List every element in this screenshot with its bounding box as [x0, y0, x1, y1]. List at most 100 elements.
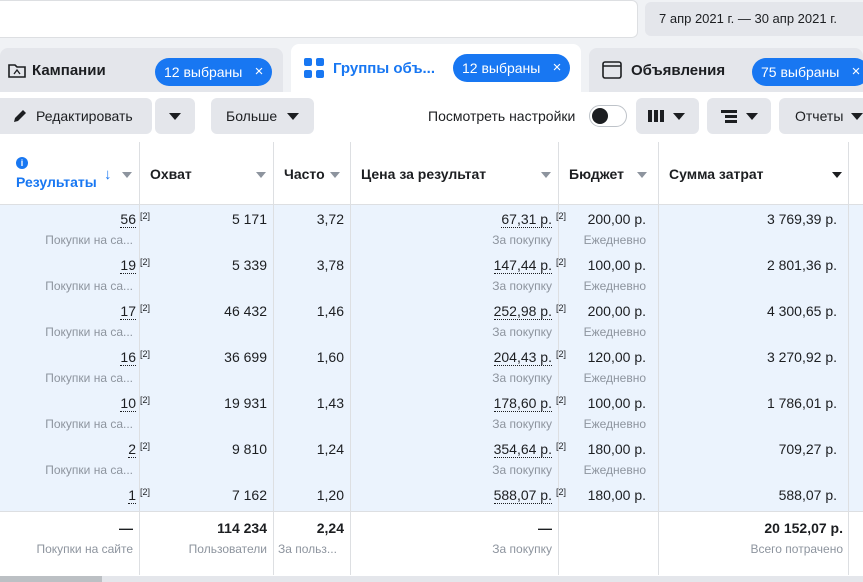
cell-cost: 252,98 р. [2] — [493, 303, 566, 320]
footnote-marker[interactable]: [2] — [556, 303, 566, 313]
total-cost-label: За покупку — [492, 542, 552, 556]
cell-budget-value: 180,00 р. — [587, 441, 646, 457]
tab-ads-label: Объявления — [631, 61, 726, 79]
columns-icon — [648, 109, 664, 123]
horizontal-scrollbar[interactable] — [0, 576, 863, 582]
reports-button-label: Отчеты — [795, 108, 844, 124]
close-icon[interactable]: × — [852, 58, 861, 86]
total-cost: — — [538, 520, 552, 536]
column-header-results[interactable]: Результаты — [16, 174, 97, 190]
column-header-cost-per-result[interactable]: Цена за результат — [361, 166, 486, 182]
columns-button[interactable] — [636, 98, 699, 134]
chevron-down-icon[interactable] — [541, 172, 551, 178]
campaigns-selected-pill[interactable]: 12 выбраны × — [155, 58, 273, 86]
cell-budget-value: 200,00 р. — [587, 303, 646, 319]
cell-results-subtext: Покупки на са... — [45, 279, 133, 293]
cell-budget-subtext: Ежедневно — [583, 233, 646, 247]
footnote-marker[interactable]: [2] — [556, 257, 566, 267]
ad-sets-selected-pill[interactable]: 12 выбраны × — [453, 54, 571, 82]
edit-button[interactable]: Редактировать — [0, 98, 152, 134]
chevron-down-icon — [673, 112, 685, 120]
chevron-down-icon[interactable] — [832, 172, 842, 178]
footnote-marker[interactable]: [2] — [140, 441, 150, 451]
chevron-down-icon[interactable] — [330, 172, 340, 178]
search-field[interactable] — [0, 0, 638, 38]
footnote-marker[interactable]: [2] — [556, 441, 566, 451]
footnote-marker[interactable]: [2] — [140, 395, 150, 405]
cell-budget: 100,00 р. — [588, 395, 646, 411]
footnote-marker[interactable]: [2] — [140, 303, 150, 313]
sort-descending-icon[interactable]: ↓ — [104, 166, 112, 183]
footnote-marker[interactable]: [2] — [556, 395, 566, 405]
more-button[interactable]: Больше — [211, 98, 314, 134]
chevron-down-icon — [746, 112, 758, 120]
ad-sets-table: i Результаты ↓ Охват Часто Цена за резул… — [0, 142, 863, 582]
footnote-marker[interactable]: [2] — [140, 487, 150, 497]
cell-spent: 1 786,01 р. — [767, 395, 837, 411]
breakdown-button[interactable] — [707, 98, 771, 134]
info-icon[interactable]: i — [16, 157, 28, 169]
cell-results-value: 56 — [120, 211, 136, 228]
cell-cost-value: 588,07 р. — [493, 487, 552, 504]
cell-cost: 67,31 р. [2] — [501, 211, 566, 228]
footnote-marker[interactable]: [2] — [556, 487, 566, 497]
cell-spent-value: 4 300,65 р. — [766, 303, 837, 319]
view-settings-toggle[interactable] — [589, 105, 627, 127]
cell-reach: 36 699 — [224, 349, 267, 365]
toolbar: Редактировать Больше Посмотреть настройк… — [0, 92, 863, 142]
cell-budget-subtext: Ежедневно — [583, 417, 646, 431]
cell-cost: 204,43 р. [2] — [493, 349, 566, 366]
cell-cost-value: 354,64 р. — [493, 441, 552, 458]
cell-budget: 200,00 р. — [588, 303, 646, 319]
cell-cost: 147,44 р. [2] — [493, 257, 566, 274]
column-header-amount-spent[interactable]: Сумма затрат — [669, 166, 764, 182]
cell-reach-value: 7 162 — [231, 487, 267, 503]
cell-frequency: 3,72 — [317, 211, 344, 227]
column-header-frequency[interactable]: Часто — [284, 166, 326, 182]
chevron-down-icon[interactable] — [256, 172, 266, 178]
footnote-marker[interactable]: [2] — [556, 211, 566, 221]
cell-cost: 354,64 р. [2] — [493, 441, 566, 458]
cell-spent-value: 2 801,36 р. — [766, 257, 837, 273]
top-bar: 7 апр 2021 г. — 30 апр 2021 г. — [0, 0, 863, 38]
cell-budget: 100,00 р. — [588, 257, 646, 273]
cell-results: 17 [2] — [120, 303, 150, 320]
tab-ads[interactable]: Объявления 75 выбраны × — [589, 48, 863, 92]
chevron-down-icon[interactable] — [122, 172, 132, 178]
column-header-budget[interactable]: Бюджет — [569, 166, 624, 182]
column-header-reach[interactable]: Охват — [150, 166, 192, 182]
total-results: — — [119, 520, 133, 536]
ads-selected-pill[interactable]: 75 выбраны × — [752, 58, 863, 86]
cell-results-subtext: Покупки на са... — [45, 325, 133, 339]
cell-results-subtext: Покупки на са... — [45, 233, 133, 247]
ad-sets-grid-icon — [303, 57, 325, 79]
campaigns-selected-count: 12 выбраны — [164, 64, 243, 80]
cell-reach: 7 162 — [232, 487, 267, 503]
cell-budget-value: 180,00 р. — [587, 487, 646, 503]
tab-ad-sets-label: Группы объ... — [333, 59, 436, 77]
cell-cost-value: 67,31 р. — [501, 211, 552, 228]
footnote-marker[interactable]: [2] — [140, 257, 150, 267]
tab-campaigns[interactable]: Кампании 12 выбраны × — [0, 48, 283, 92]
footnote-marker[interactable]: [2] — [140, 211, 150, 221]
date-range-picker[interactable]: 7 апр 2021 г. — 30 апр 2021 г. — [645, 2, 863, 36]
scrollbar-thumb[interactable] — [0, 576, 102, 582]
tab-ad-sets[interactable]: Группы объ... 12 выбраны × — [291, 44, 581, 92]
total-reach: 114 234 — [217, 520, 267, 536]
cell-frequency-value: 1,20 — [316, 487, 344, 503]
close-icon[interactable]: × — [553, 54, 562, 82]
reports-button[interactable]: Отчеты — [779, 98, 863, 134]
total-frequency-label: За польз... — [278, 542, 337, 556]
footnote-marker[interactable]: [2] — [556, 349, 566, 359]
footnote-marker[interactable]: [2] — [140, 349, 150, 359]
table-header: i Результаты ↓ Охват Часто Цена за резул… — [0, 142, 863, 205]
chevron-down-icon[interactable] — [637, 172, 647, 178]
total-amount-spent: 20 152,07 р. — [764, 520, 843, 536]
cell-spent-value: 3 270,92 р. — [766, 349, 837, 365]
cell-cost-subtext: За покупку — [492, 279, 552, 293]
cell-budget-value: 100,00 р. — [587, 395, 646, 411]
cell-cost: 178,60 р. [2] — [493, 395, 566, 412]
close-icon[interactable]: × — [255, 58, 264, 86]
edit-dropdown-button[interactable] — [155, 98, 195, 134]
total-reach-label: Пользователи — [188, 542, 267, 556]
